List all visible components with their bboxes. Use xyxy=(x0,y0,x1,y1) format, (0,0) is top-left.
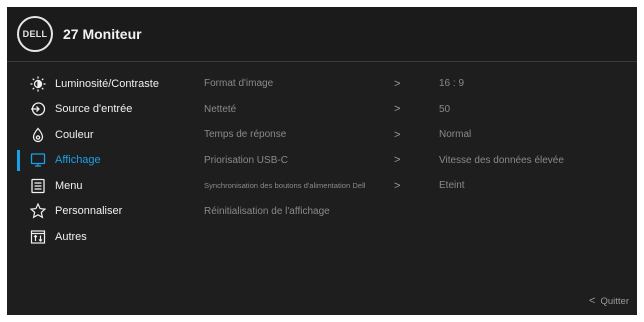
chevron-right-icon: > xyxy=(394,77,401,90)
submenu-row-response-time[interactable]: Temps de réponse > Normal xyxy=(204,122,624,148)
menu-item-label: Menu xyxy=(55,179,83,192)
row-label: Réinitialisation de l'affichage xyxy=(204,205,330,217)
submenu-row-display-reset[interactable]: Réinitialisation de l'affichage xyxy=(204,199,624,225)
menu-item-menu[interactable]: Menu xyxy=(17,173,197,199)
row-label: Priorisation USB-C xyxy=(204,154,288,166)
menu-item-personalize[interactable]: Personnaliser xyxy=(17,199,197,225)
star-icon xyxy=(29,202,47,220)
row-value: Vitesse des données élevée xyxy=(439,154,564,166)
input-source-icon xyxy=(29,100,47,118)
main-menu: Luminosité/Contraste Source d'entrée Cou… xyxy=(17,71,197,250)
dell-logo: DELL xyxy=(17,16,53,52)
submenu-row-power-button-sync[interactable]: Synchronisation des boutons d'alimentati… xyxy=(204,173,624,199)
row-label: Temps de réponse xyxy=(204,129,287,141)
chevron-right-icon: > xyxy=(394,103,401,116)
quit-label: Quitter xyxy=(600,295,629,307)
menu-icon xyxy=(29,177,47,195)
others-icon xyxy=(29,228,47,246)
row-value: Eteint xyxy=(439,180,465,192)
submenu-row-usbc-prioritization[interactable]: Priorisation USB-C > Vitesse des données… xyxy=(204,148,624,174)
menu-item-label: Autres xyxy=(55,230,87,243)
row-label: Format d'image xyxy=(204,78,274,90)
menu-item-brightness-contrast[interactable]: Luminosité/Contraste xyxy=(17,71,197,97)
menu-item-input-source[interactable]: Source d'entrée xyxy=(17,97,197,123)
chevron-right-icon: > xyxy=(394,179,401,192)
submenu-row-sharpness[interactable]: Netteté > 50 xyxy=(204,97,624,123)
monitor-title: 27 Moniteur xyxy=(63,26,142,42)
menu-item-label: Affichage xyxy=(55,154,101,167)
chevron-left-icon: < xyxy=(589,295,596,307)
logo-text: DELL xyxy=(22,29,48,39)
quit-button[interactable]: < Quitter xyxy=(589,295,629,307)
menu-item-color[interactable]: Couleur xyxy=(17,122,197,148)
display-submenu: Format d'image > 16 : 9 Netteté > 50 Tem… xyxy=(204,71,624,224)
row-value: 50 xyxy=(439,103,451,115)
row-value: 16 : 9 xyxy=(439,78,465,90)
display-icon xyxy=(29,151,47,169)
monitor-osd: DELL 27 Moniteur Luminosité/Contraste So… xyxy=(7,7,637,315)
row-value: Normal xyxy=(439,129,472,141)
menu-item-others[interactable]: Autres xyxy=(17,224,197,250)
row-label: Synchronisation des boutons d'alimentati… xyxy=(204,181,366,191)
chevron-right-icon: > xyxy=(394,154,401,167)
submenu-row-aspect-ratio[interactable]: Format d'image > 16 : 9 xyxy=(204,71,624,97)
brightness-icon xyxy=(29,75,47,93)
menu-item-label: Source d'entrée xyxy=(55,103,133,116)
menu-item-label: Couleur xyxy=(55,128,94,141)
color-icon xyxy=(29,126,47,144)
row-label: Netteté xyxy=(204,103,237,115)
osd-header: DELL 27 Moniteur xyxy=(7,7,637,62)
menu-item-label: Luminosité/Contraste xyxy=(55,77,159,90)
menu-item-display[interactable]: Affichage xyxy=(17,148,197,174)
menu-item-label: Personnaliser xyxy=(55,205,123,218)
chevron-right-icon: > xyxy=(394,128,401,141)
